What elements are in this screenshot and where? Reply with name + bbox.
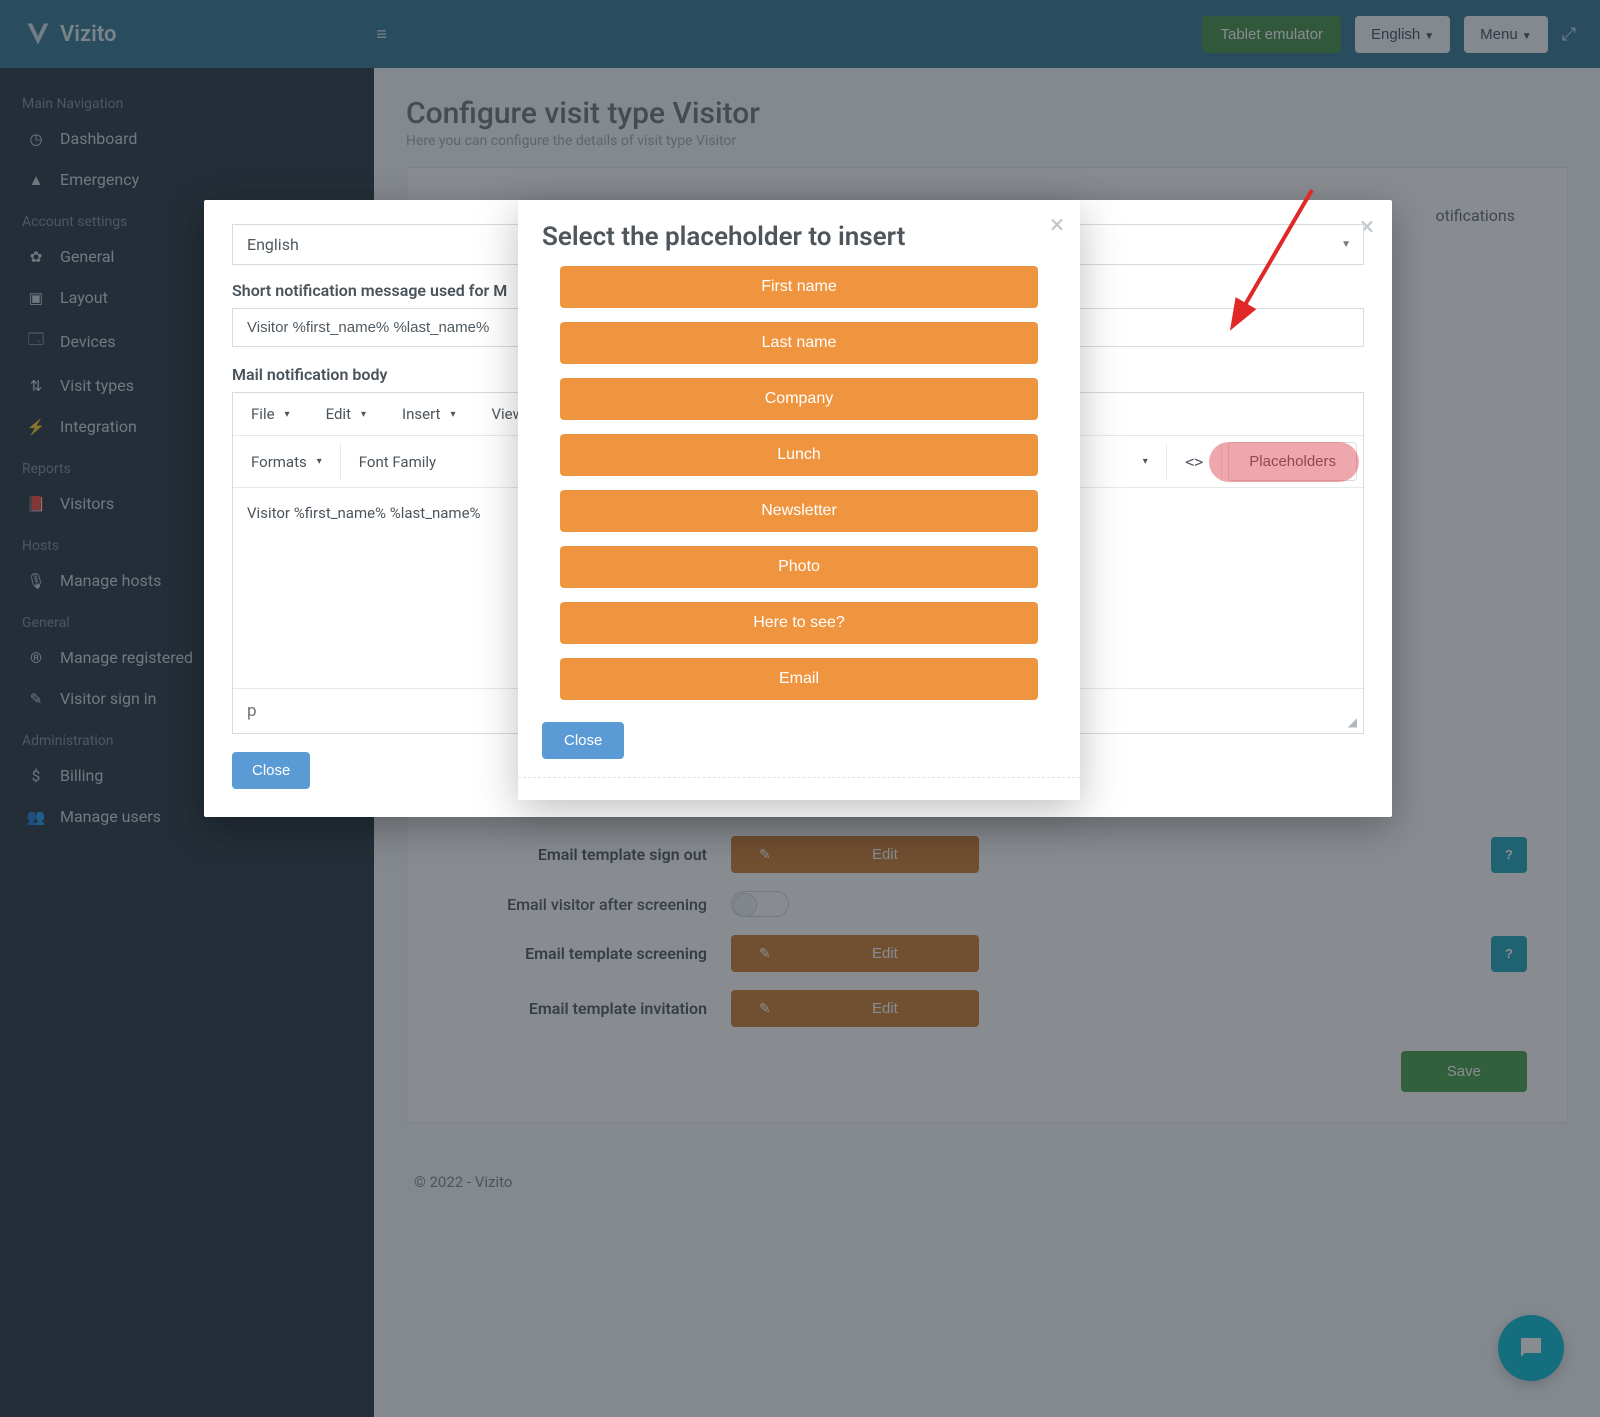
toolbar-fontfamily[interactable]: Font Family <box>341 436 471 487</box>
placeholder-option-company[interactable]: Company <box>560 378 1038 420</box>
placeholder-modal: × Select the placeholder to insert First… <box>518 200 1080 800</box>
resize-handle-icon[interactable]: ◢ <box>1348 715 1357 729</box>
close-icon[interactable]: × <box>1050 210 1064 240</box>
toolbar-dropdown[interactable]: ▾ <box>1120 436 1166 487</box>
caret-down-icon: ▾ <box>450 409 455 420</box>
caret-down-icon: ▾ <box>285 409 290 420</box>
placeholder-option-photo[interactable]: Photo <box>560 546 1038 588</box>
menu-file[interactable]: File▾ <box>233 393 308 435</box>
menu-edit[interactable]: Edit▾ <box>308 393 384 435</box>
caret-down-icon: ▾ <box>361 409 366 420</box>
menu-insert[interactable]: Insert▾ <box>384 393 473 435</box>
annotation-highlight <box>1209 442 1359 482</box>
placeholder-option-first-name[interactable]: First name <box>560 266 1038 308</box>
caret-down-icon: ▾ <box>1143 456 1148 467</box>
chevron-down-icon: ▼ <box>1341 239 1351 250</box>
editor-close-button[interactable]: Close <box>232 752 310 789</box>
placeholder-option-newsletter[interactable]: Newsletter <box>560 490 1038 532</box>
placeholder-close-button[interactable]: Close <box>542 722 624 759</box>
toolbar-formats[interactable]: Formats▾ <box>233 436 340 487</box>
caret-down-icon: ▾ <box>317 456 322 467</box>
placeholder-option-last-name[interactable]: Last name <box>560 322 1038 364</box>
placeholder-option-here-to-see-[interactable]: Here to see? <box>560 602 1038 644</box>
placeholder-modal-title: Select the placeholder to insert <box>542 222 1056 252</box>
annotation-arrow <box>1232 190 1332 334</box>
placeholder-option-lunch[interactable]: Lunch <box>560 434 1038 476</box>
placeholder-option-email[interactable]: Email <box>560 658 1038 700</box>
